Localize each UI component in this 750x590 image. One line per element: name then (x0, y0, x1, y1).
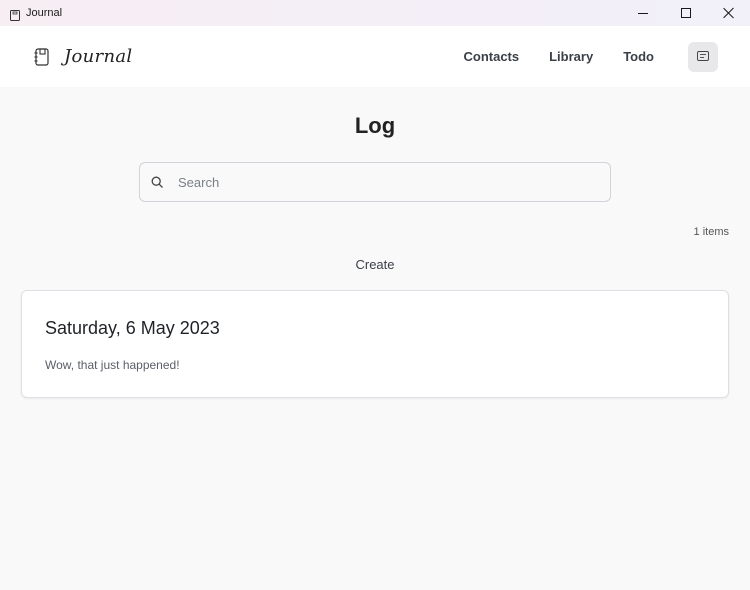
nav-link-todo[interactable]: Todo (623, 49, 654, 64)
nav-links: Contacts Library Todo (463, 26, 750, 87)
close-button[interactable] (707, 0, 750, 26)
maximize-icon (680, 8, 691, 18)
maximize-button[interactable] (664, 0, 707, 26)
create-button[interactable]: Create (0, 257, 750, 272)
search-icon (151, 176, 164, 189)
nav-link-library[interactable]: Library (549, 49, 593, 64)
notebook-icon (10, 8, 20, 21)
log-entry-card[interactable]: Saturday, 6 May 2023 Wow, that just happ… (21, 290, 729, 398)
window-controls (621, 0, 750, 26)
card-icon (697, 48, 709, 66)
window-title: Journal (26, 7, 63, 19)
page-title: Log (354, 113, 396, 138)
search-input[interactable] (178, 174, 578, 190)
brand[interactable]: Journal (34, 46, 132, 67)
view-toggle-button[interactable] (688, 41, 718, 72)
brand-name: Journal (64, 46, 133, 67)
close-icon (723, 7, 735, 19)
title-bar: Journal (0, 0, 750, 26)
search-box[interactable] (139, 162, 611, 202)
minimize-icon (637, 12, 648, 14)
navbar: Journal Contacts Library Todo (0, 26, 750, 87)
entry-date: Saturday, 6 May 2023 (45, 318, 220, 338)
notebook-icon (34, 47, 50, 66)
entry-body: Wow, that just happened! (45, 358, 180, 372)
nav-link-contacts[interactable]: Contacts (463, 49, 519, 64)
minimize-button[interactable] (621, 0, 664, 26)
item-count: 1 items (693, 226, 729, 238)
